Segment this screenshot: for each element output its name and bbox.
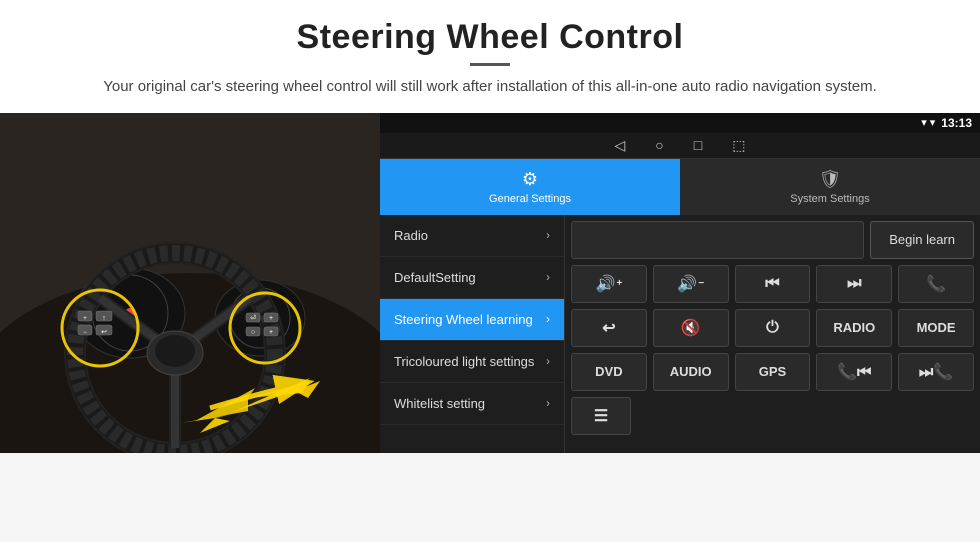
tab-general-settings[interactable]: ⚙ General Settings	[380, 159, 680, 215]
status-bar: ▾ ▾ 13:13	[380, 113, 980, 133]
svg-text:+: +	[269, 315, 273, 322]
recent-nav-icon[interactable]: □	[694, 137, 702, 153]
menu-tricolour-label: Tricoloured light settings	[394, 354, 534, 369]
svg-text:⏎: ⏎	[250, 314, 256, 322]
radio-mode-button[interactable]: RADIO	[816, 309, 892, 347]
svg-text:−: −	[83, 330, 87, 336]
menu-item-default[interactable]: DefaultSetting ›	[380, 257, 564, 299]
left-menu: Radio › DefaultSetting › Steering Wheel …	[380, 215, 565, 453]
menu-item-whitelist[interactable]: Whitelist setting ›	[380, 383, 564, 425]
mode-button[interactable]: MODE	[898, 309, 974, 347]
phone-button[interactable]: 📞	[898, 265, 974, 303]
right-panel: Begin learn 🔊+ 🔊− ⏮ ⏭ 📞 ↩ 🔇 ⏻ RADIO MODE	[565, 215, 980, 453]
system-settings-icon: 🛡	[819, 169, 842, 190]
begin-learn-row: Begin learn	[571, 221, 974, 259]
cast-nav-icon[interactable]: ⬚	[732, 137, 745, 154]
menu-item-radio[interactable]: Radio ›	[380, 215, 564, 257]
home-nav-icon[interactable]: ○	[655, 137, 663, 153]
svg-text:+: +	[83, 316, 87, 322]
steering-input-display	[571, 221, 864, 259]
top-section: Steering Wheel Control Your original car…	[0, 0, 980, 113]
status-time: 13:13	[941, 116, 972, 130]
svg-text:+: +	[269, 329, 273, 336]
svg-text:○: ○	[251, 329, 255, 336]
gps-button[interactable]: GPS	[735, 353, 811, 391]
volume-up-button[interactable]: 🔊+	[571, 265, 647, 303]
phone-next-button[interactable]: ⏭📞	[898, 353, 974, 391]
menu-steering-label: Steering Wheel learning	[394, 312, 533, 327]
volume-down-button[interactable]: 🔊−	[653, 265, 729, 303]
menu-item-tricolour[interactable]: Tricoloured light settings ›	[380, 341, 564, 383]
phone-prev-button[interactable]: 📞⏮	[816, 353, 892, 391]
wifi-icon: ▾	[930, 116, 936, 129]
main-content: Radio › DefaultSetting › Steering Wheel …	[380, 215, 980, 453]
control-row-3: DVD AUDIO GPS 📞⏮ ⏭📞	[571, 353, 974, 391]
general-settings-icon: ⚙	[522, 169, 538, 190]
dvd-button[interactable]: DVD	[571, 353, 647, 391]
menu-default-chevron: ›	[546, 270, 550, 284]
next-track-button[interactable]: ⏭	[816, 265, 892, 303]
menu-item-steering[interactable]: Steering Wheel learning ›	[380, 299, 564, 341]
menu-whitelist-label: Whitelist setting	[394, 396, 485, 411]
page-title: Steering Wheel Control	[60, 18, 920, 57]
menu-steering-chevron: ›	[546, 312, 550, 326]
tab-bar: ⚙ General Settings 🛡 System Settings	[380, 159, 980, 215]
tab-system-settings[interactable]: 🛡 System Settings	[680, 159, 980, 215]
car-image: + − ↑ ↩ ⏎ + ○ +	[0, 113, 380, 453]
title-divider	[470, 63, 510, 66]
control-row-1: 🔊+ 🔊− ⏮ ⏭ 📞	[571, 265, 974, 303]
svg-text:↩: ↩	[101, 329, 107, 336]
tab-system-label: System Settings	[790, 193, 869, 205]
status-icons: ▾ ▾	[921, 116, 935, 129]
menu-whitelist-chevron: ›	[546, 396, 550, 410]
control-row-4: ☰	[571, 397, 974, 435]
menu-radio-chevron: ›	[546, 228, 550, 242]
mute-button[interactable]: 🔇	[653, 309, 729, 347]
signal-icon: ▾	[921, 116, 927, 129]
control-row-2: ↩ 🔇 ⏻ RADIO MODE	[571, 309, 974, 347]
prev-track-button[interactable]: ⏮	[735, 265, 811, 303]
audio-button[interactable]: AUDIO	[653, 353, 729, 391]
navigation-bar: ◁ ○ □ ⬚	[380, 133, 980, 159]
menu-radio-label: Radio	[394, 228, 428, 243]
power-button[interactable]: ⏻	[735, 309, 811, 347]
bottom-section: + − ↑ ↩ ⏎ + ○ +	[0, 113, 980, 453]
begin-learn-button[interactable]: Begin learn	[870, 221, 974, 259]
svg-text:↑: ↑	[102, 315, 106, 322]
page-subtitle: Your original car's steering wheel contr…	[60, 76, 920, 99]
android-ui: ▾ ▾ 13:13 ◁ ○ □ ⬚ ⚙ General Settings 🛡 S…	[380, 113, 980, 453]
menu-default-label: DefaultSetting	[394, 270, 476, 285]
tab-general-label: General Settings	[489, 193, 571, 205]
menu-tricolour-chevron: ›	[546, 354, 550, 368]
list-settings-button[interactable]: ☰	[571, 397, 631, 435]
hangup-button[interactable]: ↩	[571, 309, 647, 347]
back-nav-icon[interactable]: ◁	[615, 137, 626, 154]
